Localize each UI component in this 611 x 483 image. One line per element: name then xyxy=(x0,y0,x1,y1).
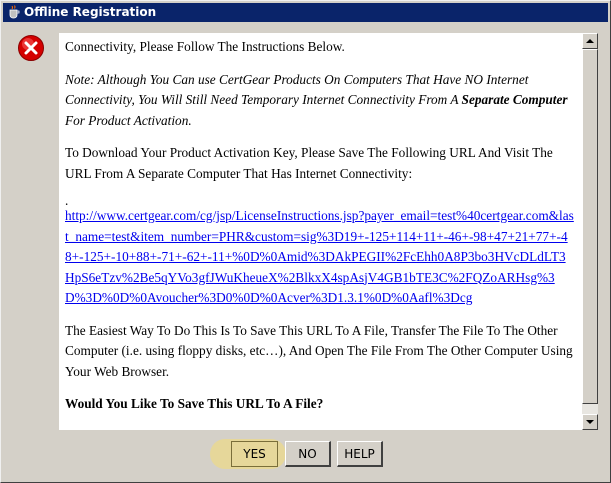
scroll-up-button[interactable] xyxy=(582,33,598,49)
yes-button[interactable]: YES xyxy=(231,441,278,467)
save-question: Would You Like To Save This URL To A Fil… xyxy=(65,396,324,411)
instruction-line: Connectivity, Please Follow The Instruct… xyxy=(65,39,345,54)
activation-url-link[interactable]: http://www.certgear.com/cg/jsp/LicenseIn… xyxy=(65,206,574,309)
download-instructions: To Download Your Product Activation Key,… xyxy=(65,145,553,181)
note-paragraph: Note: Although You Can use CertGear Prod… xyxy=(65,70,574,132)
arrow-down-icon xyxy=(586,420,594,424)
dialog-window: Offline Registration Connectivity, Pleas… xyxy=(0,0,611,483)
easiest-way-paragraph: The Easiest Way To Do This Is To Save Th… xyxy=(65,322,573,379)
error-icon xyxy=(18,35,44,61)
title-bar[interactable]: Offline Registration xyxy=(3,3,608,22)
help-button[interactable]: HELP xyxy=(337,441,383,467)
button-bar: YES NO HELP xyxy=(1,439,611,469)
no-button[interactable]: NO xyxy=(285,441,331,467)
message-text-area[interactable]: Connectivity, Please Follow The Instruct… xyxy=(59,33,582,430)
java-coffee-icon xyxy=(9,5,20,19)
url-dot: . xyxy=(65,193,69,208)
vertical-scrollbar[interactable] xyxy=(582,33,598,430)
note-bold-text: Separate Computer xyxy=(461,92,568,107)
note-text-part1: Note: Although You Can use CertGear Prod… xyxy=(65,71,529,108)
scroll-thumb[interactable] xyxy=(582,49,598,404)
scroll-down-button[interactable] xyxy=(582,414,598,430)
note-text-part2: For Product Activation. xyxy=(65,112,192,128)
window-title: Offline Registration xyxy=(24,5,157,19)
arrow-up-icon xyxy=(586,39,594,43)
